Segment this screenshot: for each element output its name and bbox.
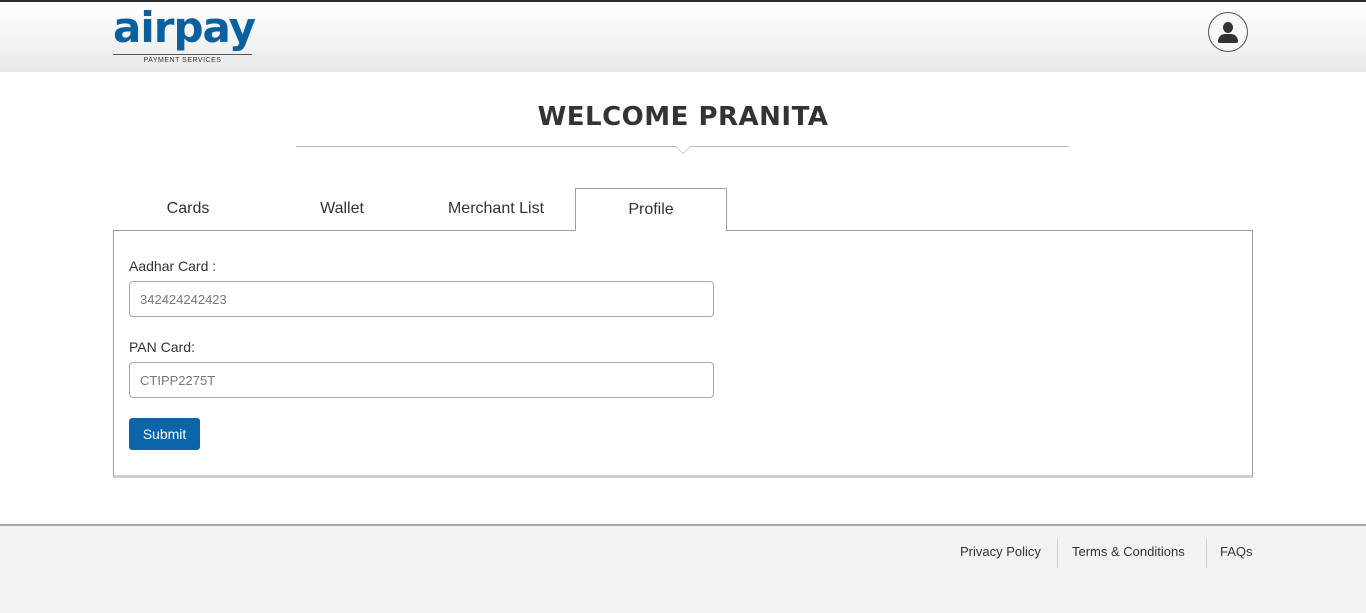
privacy-policy-link[interactable]: Privacy Policy	[960, 544, 1041, 559]
footer-divider	[1057, 538, 1058, 568]
airpay-logo[interactable]: airpay PAYMENT SERVICES	[113, 3, 256, 66]
terms-conditions-link[interactable]: Terms & Conditions	[1072, 544, 1185, 559]
footer: Privacy Policy Terms & Conditions FAQs	[0, 524, 1366, 613]
tab-cards[interactable]: Cards	[113, 188, 263, 230]
pan-card-label: PAN Card:	[129, 339, 195, 355]
title-divider-caret-fill	[676, 146, 690, 153]
header-bar: airpay PAYMENT SERVICES	[0, 2, 1366, 72]
footer-divider	[1206, 538, 1207, 568]
user-icon-body	[1218, 34, 1238, 43]
user-profile-button[interactable]	[1208, 12, 1248, 52]
profile-panel	[113, 230, 1253, 478]
logo-tagline: PAYMENT SERVICES	[143, 57, 222, 64]
faqs-link[interactable]: FAQs	[1220, 544, 1253, 559]
aadhar-card-input[interactable]	[129, 281, 714, 317]
aadhar-card-label: Aadhar Card :	[129, 258, 217, 274]
tab-profile[interactable]: Profile	[575, 188, 727, 231]
logo-divider	[113, 54, 252, 55]
tab-wallet[interactable]: Wallet	[267, 188, 417, 230]
logo-wordmark: airpay	[113, 3, 256, 52]
tab-merchant-list[interactable]: Merchant List	[421, 188, 571, 230]
user-icon	[1223, 22, 1233, 33]
page-title: WELCOME PRANITA	[537, 102, 829, 132]
pan-card-input[interactable]	[129, 362, 714, 398]
submit-button[interactable]: Submit	[129, 418, 200, 450]
